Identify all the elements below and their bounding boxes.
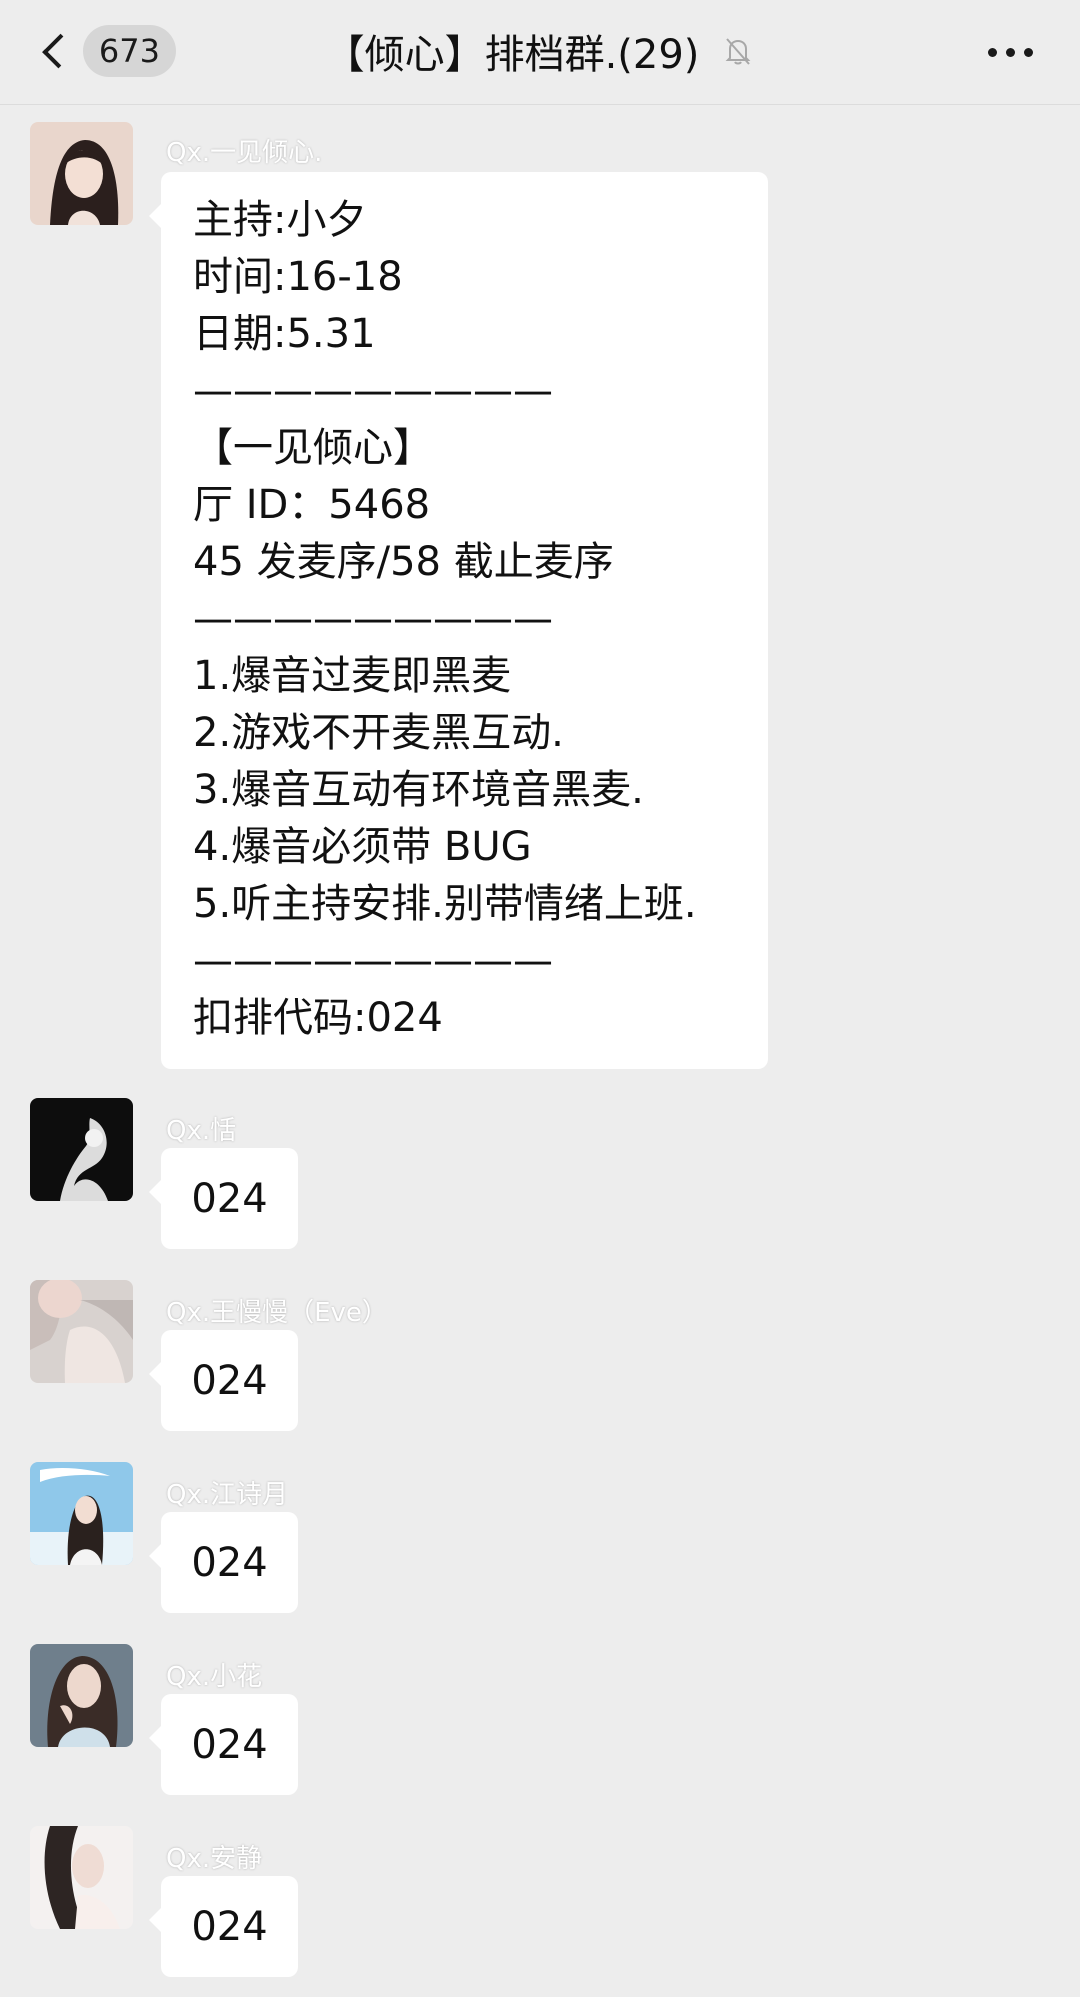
- sender-name: Qx.一见倾心.: [166, 138, 323, 168]
- avatar-photo: [30, 122, 133, 225]
- message-line: 1.爆音过麦即黑麦: [193, 653, 512, 699]
- message-line: 45 发麦序/58 截止麦序: [193, 539, 614, 585]
- message-bubble[interactable]: 024: [149, 1694, 298, 1795]
- more-dot-icon: [1023, 47, 1033, 57]
- more-dot-icon: [987, 47, 997, 57]
- sender-name: Qx.王慢慢（Eve）: [166, 1298, 388, 1328]
- back-button[interactable]: 673: [26, 18, 176, 84]
- message-bubble[interactable]: 024: [149, 1512, 298, 1613]
- message-line: 2.游戏不开麦黑互动.: [193, 710, 564, 756]
- avatar-photo: [30, 1462, 133, 1565]
- message-line: —————————: [193, 368, 553, 414]
- message-line: —————————: [193, 938, 553, 984]
- avatar[interactable]: [30, 1098, 133, 1201]
- message-line: 日期:5.31: [193, 311, 376, 357]
- message-line: 4.爆音必须带 BUG: [193, 824, 532, 870]
- avatar[interactable]: [30, 1644, 133, 1747]
- chat-title-area: 【倾心】排档群.(29): [180, 20, 900, 82]
- message-line: 5.听主持安排.别带情绪上班.: [193, 881, 697, 927]
- more-dot-icon: [1005, 47, 1015, 57]
- avatar[interactable]: [30, 1826, 133, 1929]
- chat-title: 【倾心】排档群.(29): [324, 32, 700, 78]
- avatar[interactable]: [30, 122, 133, 225]
- sender-name: Qx.恬: [166, 1116, 237, 1146]
- sender-name: Qx.小花: [166, 1662, 263, 1692]
- avatar-photo: [30, 1826, 133, 1929]
- avatar-photo: [30, 1098, 133, 1201]
- message-bubble[interactable]: 024: [149, 1148, 298, 1249]
- message-bubble[interactable]: 主持:小夕 时间:16-18 日期:5.31 ————————— 【一见倾心】 …: [149, 172, 768, 1069]
- message-bubble[interactable]: 024: [149, 1876, 298, 1977]
- message-line: 厅 ID：5468: [193, 482, 431, 528]
- message-line: 主持:小夕: [193, 197, 367, 243]
- avatar-photo: [30, 1644, 133, 1747]
- message-line: 【一见倾心】: [193, 425, 433, 471]
- more-options-button[interactable]: [970, 24, 1050, 80]
- message-line: 3.爆音互动有环境音黑麦.: [193, 767, 644, 813]
- chevron-left-icon: [42, 33, 77, 69]
- avatar[interactable]: [30, 1280, 133, 1383]
- avatar-photo: [30, 1280, 133, 1383]
- message-bubble[interactable]: 024: [149, 1330, 298, 1431]
- chat-header: 673 【倾心】排档群.(29): [0, 0, 1080, 105]
- sender-name: Qx.江诗月: [166, 1480, 289, 1510]
- sender-name: Qx.安静: [166, 1844, 263, 1874]
- message-line: 扣排代码:024: [193, 995, 443, 1041]
- message-line: —————————: [193, 596, 553, 642]
- mute-bell-icon: [725, 38, 751, 65]
- message-line: 时间:16-18: [193, 254, 403, 300]
- unread-count-badge: 673: [82, 25, 176, 77]
- avatar[interactable]: [30, 1462, 133, 1565]
